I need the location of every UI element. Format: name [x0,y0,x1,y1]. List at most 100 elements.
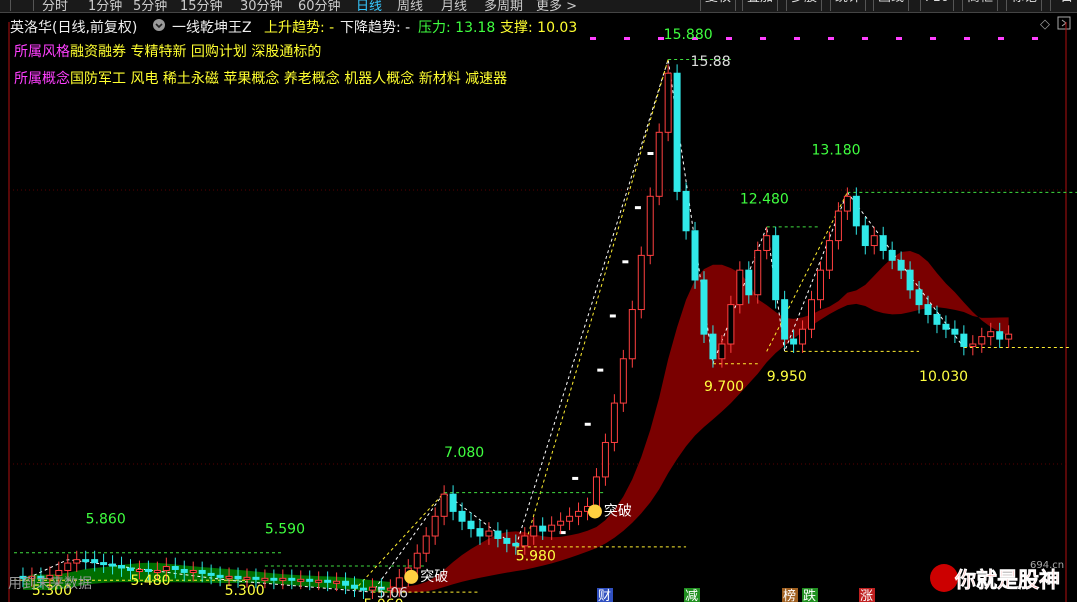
candle-body [333,580,341,584]
candle-body [198,569,206,574]
candle-body [109,563,117,567]
candle-body [861,225,869,247]
candle-body [467,520,475,530]
candle-body [915,289,923,306]
rise-marker [622,260,629,264]
candle-body [449,493,457,512]
candle-body [100,562,108,566]
candle-body [610,402,618,443]
candle-body [270,577,278,581]
candle-body [655,131,663,197]
watermark-logo-icon [930,564,958,592]
signal-dot [590,37,596,40]
candle-body [870,235,878,247]
candle-body [135,568,143,572]
candle-body [933,313,941,325]
breakout-label: 突破 [604,503,632,519]
candle-body [530,525,538,537]
breakout-signal: 突破 [404,569,448,585]
candle-body [736,269,744,306]
candle-body [816,269,824,301]
event-label: 涨 [860,589,873,602]
candle-body [1005,333,1013,340]
candle-body [879,235,887,251]
candle-body [368,586,376,591]
price-label: 5.860 [86,512,126,528]
price-label: 13.180 [812,142,861,158]
candle-body [996,331,1004,340]
kline-chart[interactable]: 15.880 15.88 13.180 12.480 10.030 9.950 9.700 7… [0,0,1077,602]
candle-body [799,328,807,345]
candle-body [673,72,681,192]
candle-body [485,530,493,537]
breakout-label: 突破 [420,569,448,585]
candle-body [359,587,367,591]
candle-body [476,528,484,537]
rise-marker [647,152,654,155]
candle-body [82,559,90,563]
candle-body [754,249,762,296]
candle-body [261,577,269,581]
price-label: 9.700 [704,379,744,395]
money-bag-icon [587,504,602,519]
candle-body [843,195,851,212]
candle-body [422,535,430,554]
signal-dot [1032,37,1038,40]
signal-dot [760,37,766,40]
money-bag-icon [404,569,419,584]
candle-body [55,569,63,576]
signal-dot [624,37,630,40]
signal-dot [794,37,800,40]
price-label: 5.590 [265,522,305,538]
signal-dot [998,37,1004,40]
candle-body [306,578,314,582]
rise-marker [609,314,616,318]
signal-dot [964,37,970,40]
event-label: 财 [598,589,611,602]
candle-body [619,358,627,404]
candle-body [691,230,699,281]
candle-body [969,343,977,347]
candle-body [91,559,99,564]
candle-body [700,279,708,335]
event-label: 跌 [803,588,816,602]
candle-body [906,269,914,291]
candle-body [180,568,188,573]
candle-body [521,535,529,547]
candle-body [566,515,574,522]
candle-body [960,333,968,347]
candle-body [64,562,72,571]
price-label: 15.880 [664,27,713,43]
candle-body [440,493,448,517]
candle-body [781,299,789,340]
candle-body [539,525,547,532]
watermark-site: 694.cn [1030,560,1064,571]
candle-body [718,343,726,360]
candle-body [575,510,583,517]
candle-body [342,580,350,586]
candle-body [548,524,556,532]
candle-body [189,569,197,573]
candle-body [126,567,134,571]
candle-body [252,576,260,580]
candle-body [987,331,995,338]
candle-body [234,575,242,580]
price-label: 5.980 [516,549,556,565]
candle-body [637,254,645,311]
price-label: 5.300 [225,583,265,599]
candle-body [601,441,609,478]
price-label: 9.950 [767,369,807,385]
signal-dot [930,37,936,40]
candle-body [431,515,439,537]
candle-body [494,530,502,539]
candle-body [162,566,170,571]
watermark-text: 你就是股神 [954,568,1060,592]
candle-body [727,304,735,345]
price-label: 15.88 [691,54,731,70]
candle-body [951,328,959,335]
event-label: 榜 [783,588,796,602]
candle-body [772,235,780,301]
signal-dot [726,37,732,40]
candle-body [646,195,654,256]
candle-body [118,565,126,569]
